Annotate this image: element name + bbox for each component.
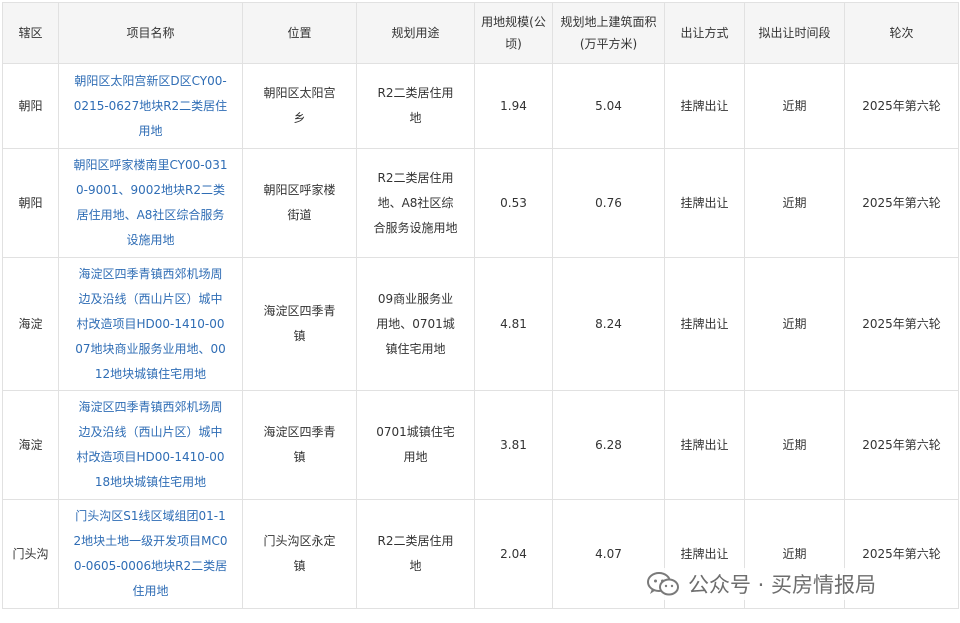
header-floor-area: 规划地上建筑面积(万平方米)	[552, 2, 665, 64]
table-row: 朝阳 朝阳区呼家楼南里CY00-0310-9001、9002地块R2二类居住用地…	[2, 148, 959, 258]
header-project: 项目名称	[58, 2, 243, 64]
cell-method: 挂牌出让	[664, 390, 745, 500]
project-link[interactable]: 门头沟区S1线区域组团01-12地块土地一级开发项目MC00-0605-0006…	[58, 499, 243, 609]
cell-method: 挂牌出让	[664, 148, 745, 258]
watermark: 公众号 · 买房情报局	[646, 568, 889, 600]
table-row: 朝阳 朝阳区太阳宫新区D区CY00-0215-0627地块R2二类居住用地 朝阳…	[2, 63, 959, 149]
cell-location: 朝阳区太阳宫乡	[242, 63, 357, 149]
table-header-row: 辖区 项目名称 位置 规划用途 用地规模(公顷) 规划地上建筑面积(万平方米) …	[2, 2, 959, 64]
header-method: 出让方式	[664, 2, 745, 64]
cell-area: 0.53	[474, 148, 553, 258]
project-link[interactable]: 海淀区四季青镇西郊机场周边及沿线（西山片区）城中村改造项目HD00-1410-0…	[58, 390, 243, 500]
header-usage: 规划用途	[356, 2, 475, 64]
project-link[interactable]: 海淀区四季青镇西郊机场周边及沿线（西山片区）城中村改造项目HD00-1410-0…	[58, 257, 243, 391]
cell-usage: 0701城镇住宅用地	[356, 390, 475, 500]
cell-district: 门头沟	[2, 499, 59, 609]
cell-area: 3.81	[474, 390, 553, 500]
header-district: 辖区	[2, 2, 59, 64]
cell-floor-area: 8.24	[552, 257, 665, 391]
cell-floor-area: 5.04	[552, 63, 665, 149]
header-location: 位置	[242, 2, 357, 64]
table-row: 海淀 海淀区四季青镇西郊机场周边及沿线（西山片区）城中村改造项目HD00-141…	[2, 257, 959, 391]
wechat-icon	[647, 572, 679, 596]
cell-location: 朝阳区呼家楼街道	[242, 148, 357, 258]
cell-period: 近期	[744, 257, 845, 391]
project-link[interactable]: 朝阳区呼家楼南里CY00-0310-9001、9002地块R2二类居住用地、A8…	[58, 148, 243, 258]
cell-method: 挂牌出让	[664, 63, 745, 149]
cell-period: 近期	[744, 148, 845, 258]
cell-method: 挂牌出让	[664, 257, 745, 391]
cell-round: 2025年第六轮	[844, 390, 959, 500]
cell-district: 朝阳	[2, 148, 59, 258]
project-link[interactable]: 朝阳区太阳宫新区D区CY00-0215-0627地块R2二类居住用地	[58, 63, 243, 149]
header-round: 轮次	[844, 2, 959, 64]
cell-usage: 09商业服务业用地、0701城镇住宅用地	[356, 257, 475, 391]
cell-area: 2.04	[474, 499, 553, 609]
cell-period: 近期	[744, 390, 845, 500]
header-area: 用地规模(公顷)	[474, 2, 553, 64]
cell-usage: R2二类居住用地	[356, 63, 475, 149]
cell-period: 近期	[744, 63, 845, 149]
cell-district: 海淀	[2, 257, 59, 391]
cell-round: 2025年第六轮	[844, 257, 959, 391]
cell-usage: R2二类居住用地	[356, 499, 475, 609]
cell-location: 海淀区四季青镇	[242, 390, 357, 500]
cell-usage: R2二类居住用地、A8社区综合服务设施用地	[356, 148, 475, 258]
land-plan-table: 辖区 项目名称 位置 规划用途 用地规模(公顷) 规划地上建筑面积(万平方米) …	[2, 2, 959, 609]
cell-location: 海淀区四季青镇	[242, 257, 357, 391]
cell-district: 朝阳	[2, 63, 59, 149]
cell-round: 2025年第六轮	[844, 63, 959, 149]
cell-district: 海淀	[2, 390, 59, 500]
cell-round: 2025年第六轮	[844, 148, 959, 258]
header-period: 拟出让时间段	[744, 2, 845, 64]
cell-floor-area: 0.76	[552, 148, 665, 258]
watermark-text: 公众号 · 买房情报局	[688, 573, 877, 597]
table-row: 海淀 海淀区四季青镇西郊机场周边及沿线（西山片区）城中村改造项目HD00-141…	[2, 390, 959, 500]
cell-floor-area: 6.28	[552, 390, 665, 500]
cell-area: 1.94	[474, 63, 553, 149]
cell-area: 4.81	[474, 257, 553, 391]
cell-location: 门头沟区永定镇	[242, 499, 357, 609]
